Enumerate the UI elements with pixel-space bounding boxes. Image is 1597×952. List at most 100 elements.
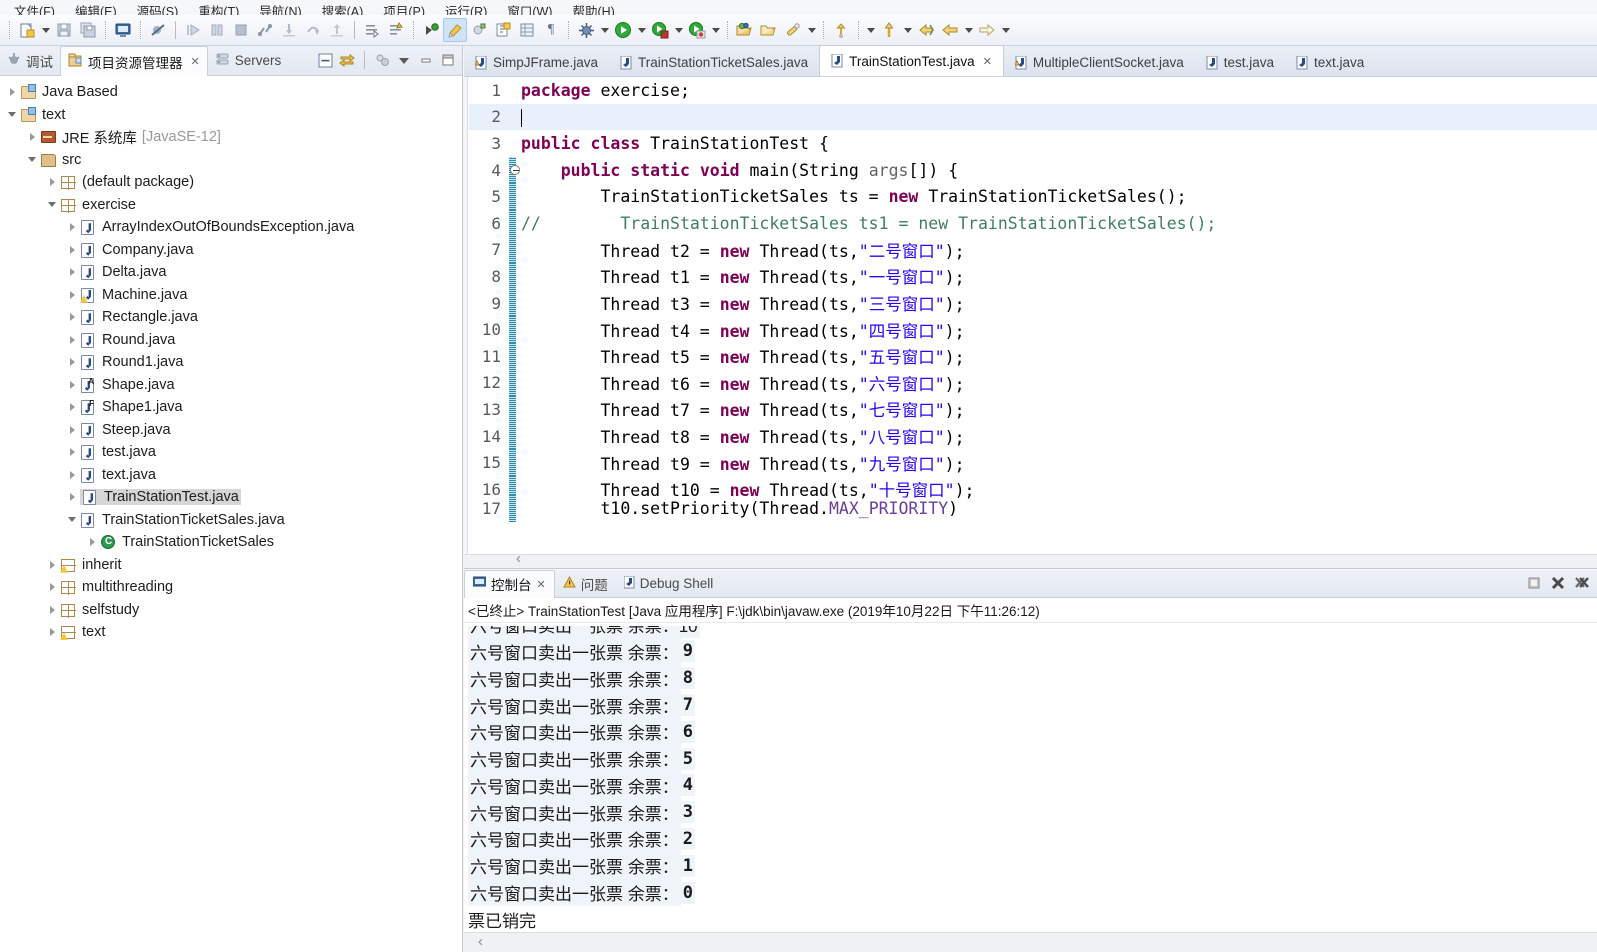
code-line[interactable]: 7 Thread t2 = new Thread(ts,"二号窗口");	[469, 236, 1597, 264]
tree-item[interactable]: Steep.java	[0, 419, 462, 442]
last-edit-arrow[interactable]	[864, 19, 877, 41]
tree-item[interactable]: JRE 系统库 [JavaSE-12]	[0, 126, 462, 149]
folding-column[interactable]	[509, 183, 521, 210]
run-as-icon[interactable]	[611, 18, 635, 42]
next-icon[interactable]	[975, 18, 999, 42]
folding-column[interactable]	[509, 263, 521, 290]
chevron-right-icon[interactable]	[44, 602, 60, 618]
resume-icon[interactable]	[181, 18, 205, 42]
menu-item-6[interactable]: 项目(P)	[373, 5, 435, 15]
code-lines[interactable]: 1 package exercise; 2 3 public class TrainSt…	[469, 77, 1597, 568]
tree-item[interactable]: exercise	[0, 194, 462, 217]
chevron-right-icon[interactable]	[44, 557, 60, 573]
folding-column[interactable]	[509, 209, 521, 237]
menu-item-5[interactable]: 搜索(A)	[312, 5, 374, 15]
minimize-icon[interactable]	[416, 50, 436, 70]
code-line[interactable]: 8 Thread t1 = new Thread(ts,"一号窗口");	[469, 263, 1597, 290]
chevron-right-icon[interactable]	[64, 287, 80, 303]
tree-item[interactable]: Machine.java	[0, 284, 462, 307]
view-tab-1[interactable]: 项目资源管理器 ✕	[60, 46, 208, 76]
chevron-right-icon[interactable]	[64, 467, 80, 483]
tree-item[interactable]: TrainStationTicketSales	[0, 531, 462, 554]
chevron-right-icon[interactable]	[64, 489, 80, 505]
forward-arrow[interactable]	[962, 19, 975, 41]
run-icon-highlighted[interactable]	[443, 18, 467, 42]
next-annotation-icon[interactable]	[360, 18, 384, 42]
console-icon[interactable]	[111, 18, 135, 42]
menu-item-8[interactable]: 窗口(W)	[497, 5, 562, 15]
chevron-down-icon[interactable]	[64, 512, 80, 528]
view-menu-icon[interactable]	[394, 50, 414, 70]
folding-column[interactable]	[509, 422, 521, 450]
chevron-right-icon[interactable]	[64, 242, 80, 258]
step-over-icon[interactable]	[301, 18, 325, 42]
new-dropdown-arrow[interactable]	[39, 19, 52, 41]
folding-column[interactable]	[509, 236, 521, 264]
folding-column[interactable]	[509, 130, 521, 157]
tree-item[interactable]: Round.java	[0, 329, 462, 352]
forward-icon[interactable]	[938, 18, 962, 42]
tree-item[interactable]: text	[0, 621, 462, 644]
folding-column[interactable]	[509, 104, 521, 131]
tree-item[interactable]: Shape.java	[0, 374, 462, 397]
chevron-right-icon[interactable]	[24, 129, 40, 145]
folding-column[interactable]	[509, 156, 521, 184]
suspend-icon[interactable]	[205, 18, 229, 42]
menu-item-4[interactable]: 导航(N)	[249, 5, 311, 15]
menu-item-9[interactable]: 帮助(H)	[562, 5, 624, 15]
tree-item[interactable]: Company.java	[0, 239, 462, 262]
menu-item-1[interactable]: 编辑(E)	[65, 5, 127, 15]
next-edit-arrow[interactable]	[901, 19, 914, 41]
code-line[interactable]: 3 public class TrainStationTest {	[469, 130, 1597, 157]
chevron-right-icon[interactable]	[64, 354, 80, 370]
tree-item[interactable]: text.java	[0, 464, 462, 487]
tree-item[interactable]: text	[0, 104, 462, 127]
tree-item[interactable]: src	[0, 149, 462, 172]
editor-tab-0[interactable]: SimpJFrame.java	[464, 49, 609, 76]
console-tab-1[interactable]: 问题	[555, 570, 616, 597]
code-line[interactable]: 14 Thread t8 = new Thread(ts,"八号窗口");	[469, 422, 1597, 450]
next-edit-icon[interactable]	[877, 18, 901, 42]
menu-item-0[interactable]: 文件(F)	[4, 5, 65, 15]
project-tree[interactable]: Java Based text JRE 系统库 [JavaSE-12] src (defa…	[0, 77, 462, 952]
editor-tab-1[interactable]: TrainStationTicketSales.java	[609, 49, 819, 76]
save-icon[interactable]	[52, 18, 76, 42]
chevron-right-icon[interactable]	[64, 377, 80, 393]
view-tab-close-icon[interactable]: ✕	[191, 55, 200, 68]
chevron-right-icon[interactable]	[64, 219, 80, 235]
folding-column[interactable]	[509, 316, 521, 343]
open-type-icon[interactable]	[733, 18, 757, 42]
menu-item-3[interactable]: 重构(T)	[188, 5, 249, 15]
terminate-icon[interactable]	[229, 18, 253, 42]
code-line[interactable]: 9 Thread t3 = new Thread(ts,"三号窗口");	[469, 289, 1597, 317]
remove-launch-icon[interactable]	[1549, 574, 1567, 592]
folding-column[interactable]	[509, 77, 521, 104]
chevron-right-icon[interactable]	[64, 264, 80, 280]
link-with-editor-icon[interactable]	[337, 50, 357, 70]
editor-horizontal-scrollbar[interactable]	[464, 550, 1597, 568]
tree-item[interactable]: selfstudy	[0, 599, 462, 622]
code-line[interactable]: 11 Thread t5 = new Thread(ts,"五号窗口");	[469, 342, 1597, 370]
view-tab-0[interactable]: 调试	[0, 46, 60, 75]
tree-item[interactable]: TrainStationTicketSales.java	[0, 509, 462, 532]
new-java-project-icon[interactable]	[491, 18, 515, 42]
console-horizontal-scrollbar[interactable]	[464, 932, 1597, 952]
run-as-arrow[interactable]	[635, 19, 648, 41]
tree-item[interactable]: Rectangle.java	[0, 306, 462, 329]
folding-column[interactable]	[509, 342, 521, 370]
editor-tab-5[interactable]: text.java	[1285, 49, 1375, 76]
folding-column[interactable]	[509, 495, 521, 522]
code-line[interactable]: 10 Thread t4 = new Thread(ts,"四号窗口");	[469, 316, 1597, 343]
back-icon[interactable]	[914, 18, 938, 42]
run-history-icon[interactable]	[648, 18, 672, 42]
step-return-icon[interactable]	[325, 18, 349, 42]
tree-item[interactable]: Java Based	[0, 81, 462, 104]
code-line[interactable]: 4 public static void main(String args[])…	[469, 156, 1597, 184]
chevron-right-icon[interactable]	[64, 422, 80, 438]
tree-item[interactable]: Round1.java	[0, 351, 462, 374]
next-arrow[interactable]	[999, 19, 1012, 41]
code-line[interactable]: 17 t10.setPriority(Thread.MAX_PRIORITY)	[469, 495, 1597, 522]
search-arrow[interactable]	[805, 19, 818, 41]
chevron-right-icon[interactable]	[84, 534, 100, 550]
previous-annotation-icon[interactable]	[384, 18, 408, 42]
